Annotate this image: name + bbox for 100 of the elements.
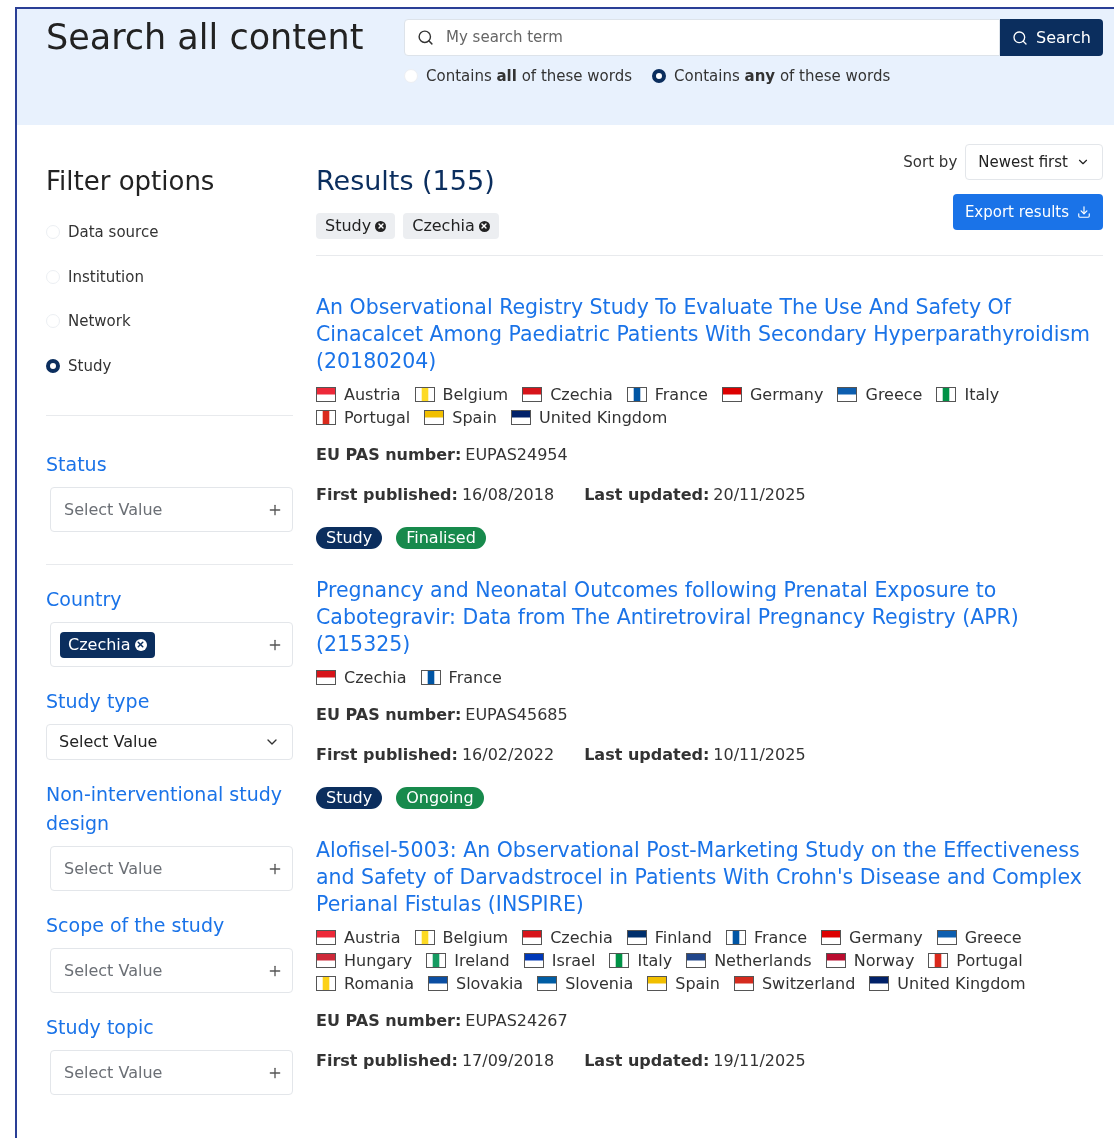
- field-value: 16/08/2018: [461, 484, 555, 506]
- result-title-link[interactable]: Alofisel-5003: An Observational Post-Marketing Study on the Effectiveness and Safety of Darvadstrocel in Patients With Crohn's Disease and Complex Perianal Fistulas (INSPIRE): [316, 837, 1103, 918]
- flag-icon: [522, 930, 543, 945]
- sort-dropdown[interactable]: Newest first: [965, 144, 1103, 180]
- filter-heading: Country: [46, 587, 123, 612]
- remove-icon[interactable]: [478, 220, 490, 232]
- search-icon: [417, 29, 434, 46]
- search-icon: [1012, 29, 1029, 46]
- flag-icon: [316, 930, 336, 945]
- country-name: Italy: [964, 385, 1000, 404]
- flag-icon: [316, 953, 336, 968]
- multi-select-field[interactable]: Select Value: [50, 1050, 293, 1095]
- multi-select-field[interactable]: Select Value: [50, 948, 293, 993]
- multi-select-field[interactable]: Czechia: [50, 622, 293, 667]
- country-name: Czechia: [550, 385, 613, 404]
- country-name: France: [448, 668, 502, 687]
- flag-icon: [537, 976, 558, 991]
- filter-heading: Study topic: [46, 1015, 155, 1040]
- field-value: EUPAS45685: [465, 704, 568, 726]
- country-name: Spain: [452, 408, 497, 427]
- country-name: Norway: [853, 951, 915, 970]
- filter-heading: Scope of the study: [46, 913, 226, 938]
- country-name: Germany: [749, 385, 824, 404]
- filter-heading: Status: [46, 452, 108, 477]
- flag-icon: [424, 410, 445, 425]
- active-filter-chip[interactable]: Czechia: [403, 213, 499, 239]
- field-label: EU PAS number:: [316, 1010, 462, 1032]
- flag-icon: [609, 953, 630, 968]
- flag-icon: [725, 930, 746, 945]
- field-label: Last updated:: [584, 744, 710, 766]
- flag-icon: [427, 976, 448, 991]
- flag-icon: [733, 976, 754, 991]
- field-value: 10/11/2025: [713, 744, 806, 766]
- placeholder-text: Select Value: [63, 959, 164, 982]
- remove-icon[interactable]: [375, 220, 387, 232]
- remove-icon[interactable]: [134, 638, 147, 651]
- field-label: EU PAS number:: [316, 444, 462, 466]
- flag-icon: [869, 976, 890, 991]
- country-name: Israel: [551, 951, 596, 970]
- flag-icon: [522, 387, 543, 402]
- flag-icon: [316, 670, 336, 685]
- dropdown-select[interactable]: Select Value: [46, 724, 293, 760]
- result-title-link[interactable]: An Observational Registry Study To Evaluate The Use And Safety Of Cinacalcet Among Paediatric Patients With Secondary Hyperparathyroidism (20180204): [316, 294, 1103, 375]
- country-name: Portugal: [956, 951, 1023, 970]
- radio-label[interactable]: Contains all of these words: [426, 65, 632, 88]
- field-value: 17/09/2018: [461, 1050, 555, 1072]
- results-title: Results (155): [316, 164, 496, 198]
- country-name: France: [753, 928, 808, 947]
- active-filter-chip[interactable]: Study: [316, 213, 396, 239]
- radio-button[interactable]: [46, 358, 60, 373]
- flag-icon: [523, 953, 544, 968]
- export-button[interactable]: Export results: [952, 194, 1103, 230]
- flag-icon: [316, 387, 336, 402]
- flag-icon: [414, 930, 435, 945]
- country-name: Austria: [344, 385, 401, 404]
- flag-icon: [626, 930, 647, 945]
- country-name: Finland: [654, 928, 712, 947]
- search-button[interactable]: Search: [1000, 19, 1103, 56]
- status-tag: Study: [316, 787, 383, 809]
- filter-chip[interactable]: Czechia: [60, 631, 155, 658]
- sidebar-title: Filter options: [46, 165, 216, 198]
- field-label: EU PAS number:: [316, 704, 462, 726]
- flag-icon: [825, 953, 846, 968]
- country-name: Belgium: [442, 928, 509, 947]
- country-name: Czechia: [550, 928, 613, 947]
- radio-label[interactable]: Institution: [68, 265, 144, 288]
- search-field[interactable]: My search term: [404, 19, 1001, 56]
- field-label: First published:: [316, 484, 458, 506]
- radio-label[interactable]: Contains any of these words: [674, 65, 891, 88]
- radio-button[interactable]: [652, 69, 666, 84]
- field-label: First published:: [316, 1050, 458, 1072]
- multi-select-field[interactable]: Select Value: [50, 487, 293, 532]
- country-name: Netherlands: [714, 951, 812, 970]
- field-value: EUPAS24267: [465, 1010, 568, 1032]
- filter-heading: Study type: [46, 689, 151, 714]
- flag-icon: [414, 387, 435, 402]
- flag-icon: [721, 387, 742, 402]
- radio-label[interactable]: Network: [68, 310, 131, 333]
- status-tag: Study: [316, 527, 383, 549]
- country-name: Greece: [865, 385, 923, 404]
- country-name: Portugal: [344, 408, 411, 427]
- flag-icon: [821, 930, 842, 945]
- radio-label[interactable]: Study: [68, 354, 112, 377]
- country-name: Hungary: [344, 951, 413, 970]
- placeholder-text: Select Value: [63, 1061, 164, 1084]
- result-title-link[interactable]: Pregnancy and Neonatal Outcomes following Prenatal Exposure to Cabotegravir: Data from The Antiretroviral Pregnancy Registry (APR) (215325): [316, 577, 1103, 658]
- flag-icon: [426, 953, 447, 968]
- radio-label[interactable]: Data source: [68, 221, 159, 244]
- page-title: Search all content: [46, 16, 365, 59]
- flag-icon: [928, 953, 949, 968]
- filter-heading: Non-interventional study design: [46, 782, 284, 836]
- flag-icon: [837, 387, 858, 402]
- flag-icon: [686, 953, 707, 968]
- country-name: Romania: [344, 974, 414, 993]
- flag-icon: [510, 410, 531, 425]
- country-name: Czechia: [344, 668, 407, 687]
- country-name: France: [654, 385, 708, 404]
- country-name: Spain: [675, 974, 720, 993]
- multi-select-field[interactable]: Select Value: [50, 846, 293, 891]
- placeholder-text: Select Value: [63, 857, 164, 880]
